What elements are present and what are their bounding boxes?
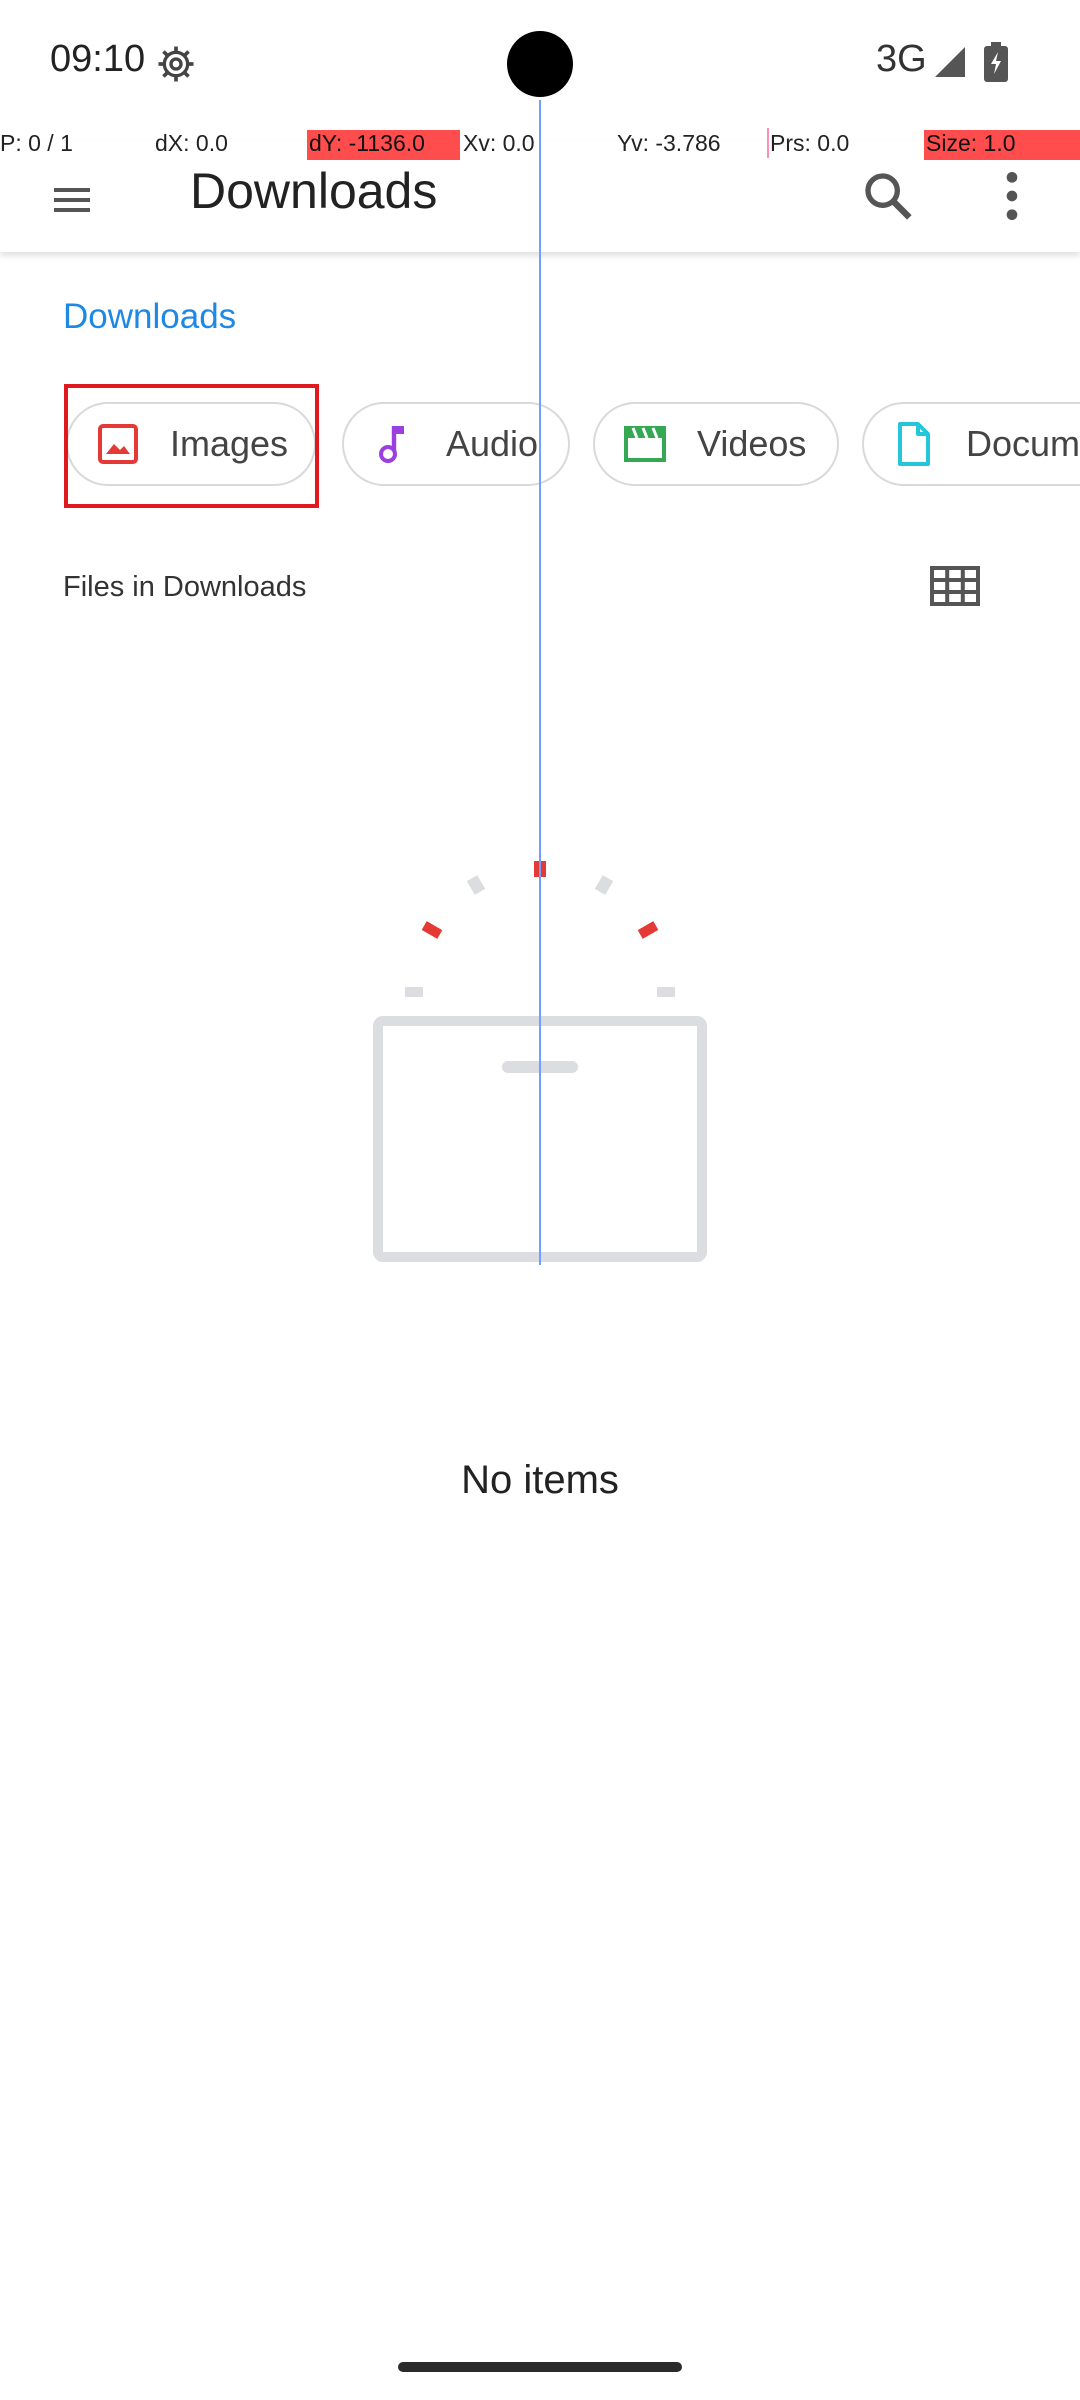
chip-label: Audio — [446, 423, 539, 464]
chip-videos[interactable]: Videos — [593, 402, 839, 486]
empty-state-message: No items — [461, 1458, 619, 1502]
chip-audio[interactable]: Audio — [342, 402, 570, 486]
chip-label: Documents — [966, 423, 1080, 464]
debug-tick — [767, 128, 769, 158]
app-title: Downloads — [190, 163, 438, 219]
menu-button[interactable] — [40, 168, 104, 232]
network-type: 3G — [876, 38, 927, 80]
debug-pointer: P: 0 / 1 — [0, 130, 73, 156]
signal-icon — [935, 47, 965, 77]
menu-icon — [54, 188, 90, 212]
grid-view-icon[interactable] — [930, 566, 980, 606]
chip-label: Videos — [697, 423, 807, 464]
search-icon — [865, 173, 912, 220]
status-time: 09:10 — [50, 38, 146, 80]
gesture-nav-handle[interactable] — [398, 2362, 682, 2372]
camera-cutout — [507, 31, 573, 97]
debug-yv: Yv: -3.786 — [617, 130, 721, 156]
debug-prs: Prs: 0.0 — [770, 130, 850, 156]
document-icon — [898, 422, 930, 466]
more-vert-icon — [1006, 172, 1018, 220]
debug-size: Size: 1.0 — [924, 130, 1080, 160]
debug-dy: dY: -1136.0 — [307, 130, 460, 160]
breadcrumb[interactable]: Downloads — [63, 297, 236, 337]
debug-trace-line — [539, 100, 541, 1265]
more-options-button[interactable] — [980, 164, 1044, 228]
section-title: Files in Downloads — [63, 571, 307, 603]
gear-icon — [158, 46, 194, 82]
highlight-box — [64, 384, 319, 508]
music-note-icon — [379, 426, 404, 463]
movie-icon — [624, 426, 666, 462]
chip-documents[interactable]: Documents — [862, 402, 1080, 486]
debug-xv: Xv: 0.0 — [463, 130, 535, 156]
debug-dx: dX: 0.0 — [155, 130, 228, 156]
search-button[interactable] — [856, 164, 920, 228]
battery-icon — [984, 42, 1008, 82]
